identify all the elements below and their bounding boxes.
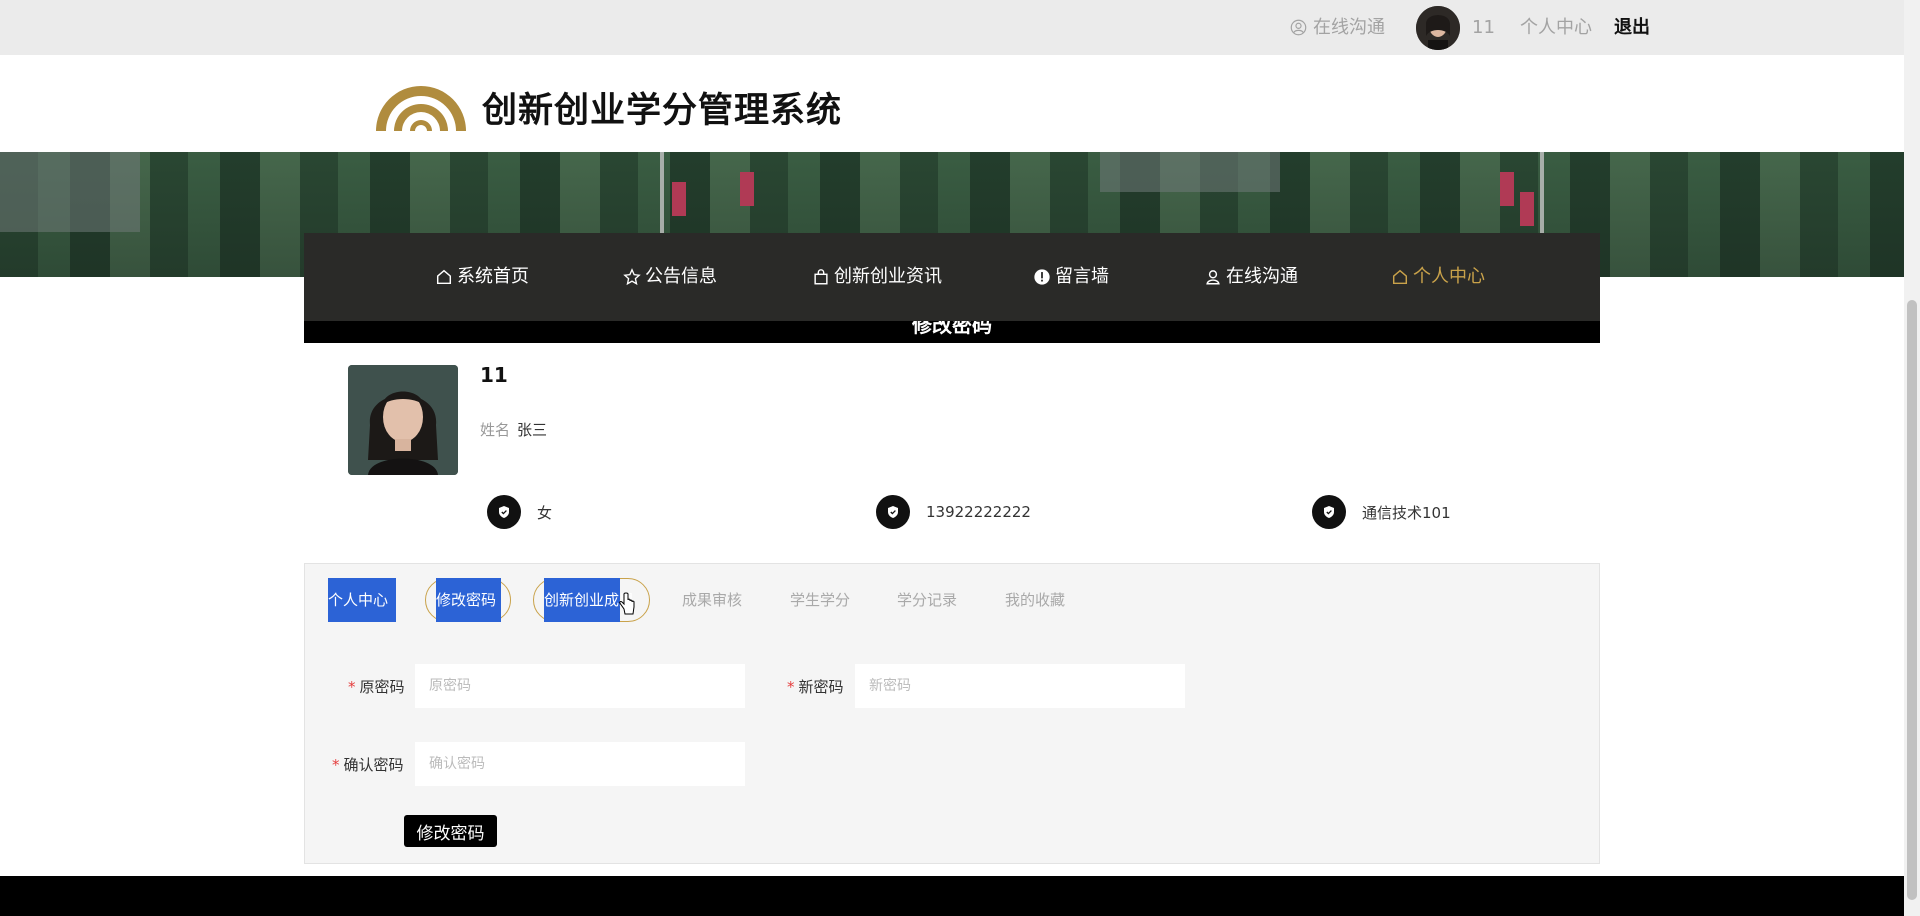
home-icon: [1392, 269, 1408, 285]
profile-phone: 13922222222: [876, 495, 1031, 529]
tab-credit-records[interactable]: 学分记录: [897, 578, 957, 622]
top-username[interactable]: 11: [1472, 0, 1495, 55]
nav-item-label: 系统首页: [457, 266, 529, 287]
tab-personal-center[interactable]: 个人中心: [328, 578, 396, 622]
shield-icon: [876, 495, 910, 529]
old-password-label: * 原密码: [348, 678, 405, 696]
user-circle-icon: [1290, 19, 1307, 36]
top-personal-center-link[interactable]: 个人中心: [1520, 0, 1592, 55]
footer: [0, 876, 1904, 916]
hand-cursor-icon: [619, 592, 635, 615]
tab-result-review[interactable]: 成果审核: [682, 578, 742, 622]
nav-item-label: 在线沟通: [1226, 266, 1298, 287]
nav-item-notices[interactable]: 公告信息: [623, 233, 717, 321]
alert-icon: [1034, 269, 1050, 285]
site-header: 创新创业学分管理系统: [0, 55, 1904, 152]
site-title: 创新创业学分管理系统: [482, 91, 843, 131]
settings-panel: 个人中心 修改密码 创新创业成果 成果审核 学生学分 学分记录 我的收藏 * 原密…: [304, 563, 1600, 864]
tab-change-password[interactable]: 修改密码: [425, 578, 511, 622]
section-title: 修改密码: [912, 321, 992, 337]
top-chat-label: 在线沟通: [1313, 17, 1385, 38]
logout-link[interactable]: 退出: [1614, 0, 1650, 55]
top-chat-link[interactable]: 在线沟通: [1290, 0, 1385, 55]
gender-value: 女: [537, 503, 553, 522]
name-label: 姓名: [480, 421, 511, 439]
new-password-label: * 新密码: [787, 678, 844, 696]
confirm-password-label: * 确认密码: [332, 756, 404, 774]
nav-item-news[interactable]: 创新创业资讯: [812, 233, 942, 321]
top-bar: 在线沟通 11 个人中心 退出: [0, 0, 1904, 55]
new-password-input[interactable]: [855, 664, 1185, 708]
profile-class: 通信技术101: [1312, 495, 1451, 529]
page-scrollbar[interactable]: [1904, 0, 1920, 916]
nav-item-message-wall[interactable]: 留言墙: [1033, 233, 1109, 321]
class-value: 通信技术101: [1362, 503, 1451, 522]
top-avatar[interactable]: [1416, 6, 1460, 50]
old-password-input[interactable]: [415, 664, 745, 708]
user-icon: [1206, 270, 1220, 285]
profile-avatar: [348, 365, 458, 475]
logo-icon: [376, 86, 466, 131]
change-password-button[interactable]: 修改密码: [404, 815, 497, 847]
nav-item-label: 留言墙: [1055, 266, 1109, 287]
nav-item-label: 公告信息: [645, 266, 717, 287]
profile-gender: 女: [487, 495, 552, 529]
star-icon: [623, 268, 641, 286]
name-value: 张三: [517, 421, 548, 439]
tab-my-favorites[interactable]: 我的收藏: [1005, 578, 1065, 622]
nav-item-chat[interactable]: 在线沟通: [1204, 233, 1298, 321]
nav-item-label: 个人中心: [1413, 266, 1485, 287]
confirm-password-input[interactable]: [415, 742, 745, 786]
nav-item-label: 创新创业资讯: [834, 266, 942, 287]
profile-username: 11: [480, 363, 508, 387]
phone-value: 13922222222: [926, 503, 1031, 521]
shield-icon: [1312, 495, 1346, 529]
tab-student-credits[interactable]: 学生学分: [790, 578, 850, 622]
nav-item-personal-center[interactable]: 个人中心: [1391, 233, 1485, 321]
bag-icon: [814, 269, 828, 285]
shield-icon: [487, 495, 521, 529]
home-icon: [436, 269, 452, 285]
main-nav: 系统首页 公告信息 创新创业资讯 留言墙 在线沟通 个人中心: [304, 233, 1600, 321]
scrollbar-thumb[interactable]: [1907, 300, 1917, 900]
nav-item-home[interactable]: 系统首页: [435, 233, 529, 321]
section-title-strip: 修改密码: [304, 321, 1600, 343]
profile-card: 11 姓名 张三 女 13922222222 通信技术101: [304, 343, 1600, 540]
